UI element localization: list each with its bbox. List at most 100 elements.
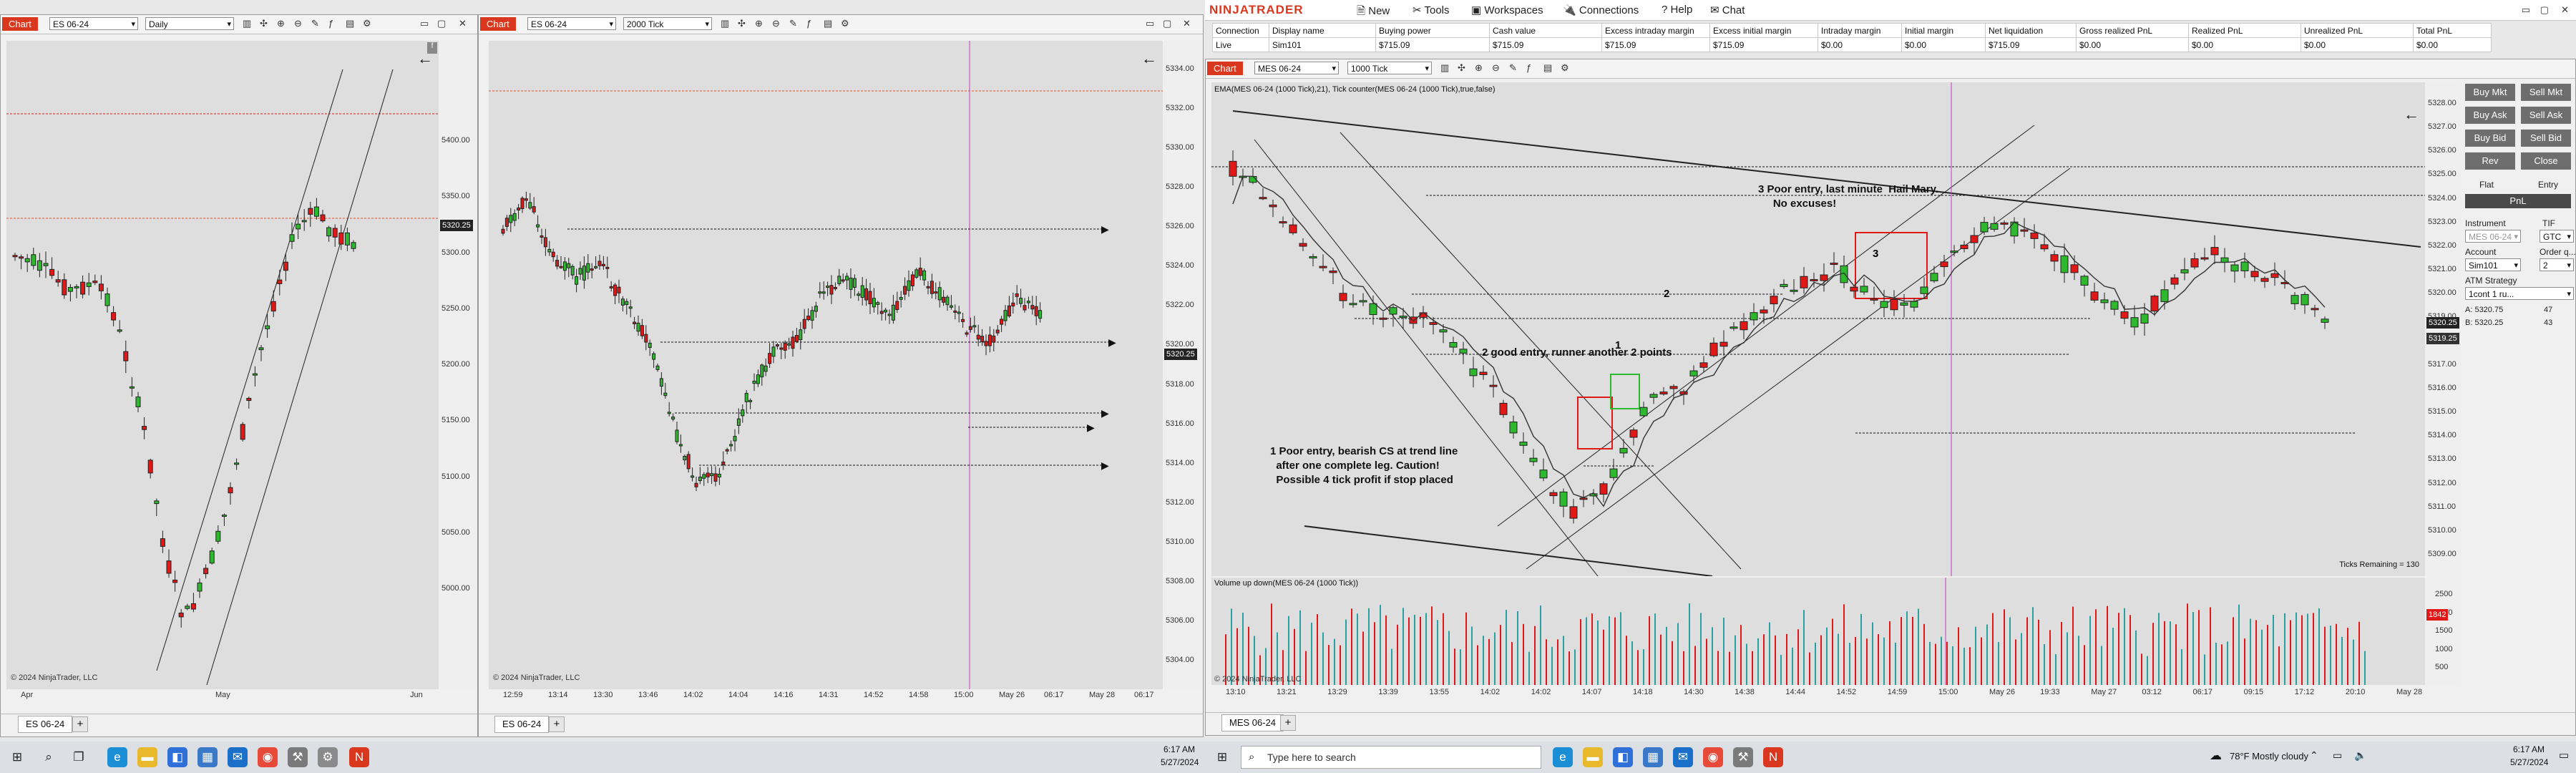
chart-tab[interactable]: MES 06-24 bbox=[1221, 714, 1284, 731]
close-position-button[interactable]: Close bbox=[2521, 152, 2571, 170]
add-tab-button[interactable]: + bbox=[1280, 715, 1296, 731]
interval-selector[interactable]: 1000 Tick bbox=[1347, 62, 1432, 75]
column-header[interactable]: Excess intraday margin bbox=[1601, 23, 1710, 38]
column-header[interactable]: Gross realized PnL bbox=[2076, 23, 2189, 38]
column-header[interactable]: Net liquidation bbox=[1985, 23, 2077, 38]
column-header[interactable]: Intraday margin bbox=[1818, 23, 1902, 38]
close-icon[interactable]: ✕ bbox=[459, 18, 467, 29]
zoom-in-icon[interactable]: ⊕ bbox=[277, 18, 285, 29]
zoom-in-icon[interactable]: ⊕ bbox=[1475, 62, 1483, 74]
windows-start-icon[interactable]: ⊞ bbox=[7, 747, 27, 767]
ninjatrader-app-icon[interactable]: N bbox=[1763, 747, 1783, 767]
window-min-icon[interactable]: ▭ bbox=[420, 18, 429, 29]
clock-date[interactable]: 5/27/2024 bbox=[1161, 757, 1199, 767]
window-max-icon[interactable]: ▢ bbox=[2540, 4, 2549, 16]
zoom-in-icon[interactable]: ⊕ bbox=[755, 18, 763, 29]
windows-start-icon[interactable]: ⊞ bbox=[1212, 747, 1232, 767]
column-header[interactable]: Cash value bbox=[1489, 23, 1602, 38]
zoom-out-icon[interactable]: ⊖ bbox=[1492, 62, 1500, 74]
window-min-icon[interactable]: ▭ bbox=[1146, 18, 1154, 29]
f-button[interactable]: f bbox=[427, 42, 437, 54]
strategies-icon[interactable]: ▤ bbox=[346, 18, 354, 29]
window-max-icon[interactable]: ▢ bbox=[437, 18, 446, 29]
chrome-icon[interactable]: ◉ bbox=[258, 747, 278, 767]
volume-icon[interactable]: 🔈 bbox=[2354, 749, 2366, 762]
column-header[interactable]: Initial margin bbox=[1901, 23, 1986, 38]
task-view-icon[interactable]: ❐ bbox=[69, 747, 89, 767]
column-header[interactable]: Total PnL bbox=[2413, 23, 2492, 38]
window-max-icon[interactable]: ▢ bbox=[1163, 18, 1171, 29]
crosshair-icon[interactable]: ✣ bbox=[738, 18, 746, 29]
weather-text[interactable]: 78°F Mostly cloudy bbox=[2230, 751, 2308, 762]
reverse-button[interactable]: Rev bbox=[2465, 152, 2515, 170]
sell-bid-button[interactable]: Sell Bid bbox=[2521, 130, 2571, 147]
buy-ask-button[interactable]: Buy Ask bbox=[2465, 107, 2515, 124]
strategies-icon[interactable]: ▤ bbox=[1543, 62, 1552, 74]
add-tab-button[interactable]: + bbox=[72, 716, 88, 732]
search-box[interactable]: ⌕ Type here to search bbox=[1241, 746, 1541, 769]
menu-tools[interactable]: ✂ Tools bbox=[1413, 4, 1450, 16]
search-icon[interactable]: ⌕ bbox=[39, 747, 59, 767]
bar-type-icon[interactable]: ▥ bbox=[1440, 62, 1449, 74]
window-min-icon[interactable]: ▭ bbox=[2522, 4, 2530, 16]
chart-tab[interactable]: ES 06-24 bbox=[18, 716, 73, 733]
bar-type-icon[interactable]: ▥ bbox=[243, 18, 251, 29]
chart-tab-label[interactable]: Chart bbox=[480, 17, 516, 31]
instrument-selector[interactable]: ES 06-24 bbox=[527, 17, 616, 31]
mail-icon[interactable]: ✉ bbox=[228, 747, 248, 767]
mail-icon[interactable]: ✉ bbox=[1673, 747, 1693, 767]
calendar-icon[interactable]: ▦ bbox=[1643, 747, 1663, 767]
close-icon[interactable]: ✕ bbox=[1183, 18, 1191, 29]
drawing-tool-icon[interactable]: ✎ bbox=[789, 18, 797, 29]
column-header[interactable]: Realized PnL bbox=[2188, 23, 2301, 38]
settings-app-icon[interactable]: ⚙ bbox=[318, 747, 338, 767]
buy-market-button[interactable]: Buy Mkt bbox=[2465, 84, 2515, 101]
table-row[interactable]: Live Sim101 $715.09 $715.09 $715.09 $715.09 $0… bbox=[1212, 37, 2492, 52]
chart-tab[interactable]: ES 06-24 bbox=[494, 716, 550, 733]
indicators-icon[interactable]: ƒ bbox=[1526, 62, 1531, 73]
instrument-selector[interactable]: MES 06-24 bbox=[1254, 62, 1339, 75]
interval-selector[interactable]: Daily bbox=[145, 17, 234, 31]
menu-new[interactable]: 🗎 New bbox=[1357, 4, 1390, 21]
store-icon[interactable]: ◧ bbox=[167, 747, 187, 767]
menu-help[interactable]: ? Help bbox=[1662, 4, 1692, 16]
bar-type-icon[interactable]: ▥ bbox=[721, 18, 729, 29]
back-arrow-icon[interactable]: ← bbox=[2404, 105, 2419, 124]
column-header[interactable]: Display name bbox=[1269, 23, 1376, 38]
tray-chevron-icon[interactable]: ⌃ bbox=[2310, 749, 2318, 762]
account-dropdown[interactable]: Sim101 bbox=[2465, 258, 2521, 272]
column-header[interactable]: Excess initial margin bbox=[1709, 23, 1818, 38]
edge-browser-icon[interactable]: e bbox=[107, 747, 127, 767]
edge-browser-icon[interactable]: e bbox=[1553, 747, 1573, 767]
chart-tab-label[interactable]: Chart bbox=[2, 17, 38, 31]
chart-tab-label[interactable]: Chart bbox=[1207, 62, 1243, 75]
ninjatrader-app-icon[interactable]: N bbox=[349, 747, 369, 767]
zoom-out-icon[interactable]: ⊖ bbox=[294, 18, 302, 29]
tools-app-icon[interactable]: ⚒ bbox=[288, 747, 308, 767]
file-explorer-icon[interactable]: ▬ bbox=[1583, 747, 1603, 767]
instrument-dropdown[interactable]: MES 06-24 bbox=[2465, 230, 2521, 243]
interval-selector[interactable]: 2000 Tick bbox=[623, 17, 712, 31]
file-explorer-icon[interactable]: ▬ bbox=[137, 747, 157, 767]
drawing-tool-icon[interactable]: ✎ bbox=[1509, 62, 1517, 74]
tif-dropdown[interactable]: GTC bbox=[2540, 230, 2574, 243]
tools-app-icon[interactable]: ⚒ bbox=[1733, 747, 1753, 767]
indicators-icon[interactable]: ƒ bbox=[328, 18, 333, 29]
chrome-icon[interactable]: ◉ bbox=[1703, 747, 1723, 767]
chart-trader-icon[interactable]: ⚙ bbox=[363, 18, 371, 29]
crosshair-icon[interactable]: ✣ bbox=[260, 18, 268, 29]
chart-trader-icon[interactable]: ⚙ bbox=[1561, 62, 1569, 74]
notifications-icon[interactable]: ▭ bbox=[2559, 749, 2569, 762]
menu-chat[interactable]: ✉ Chat bbox=[1710, 4, 1745, 16]
clock-date[interactable]: 5/27/2024 bbox=[2510, 757, 2548, 767]
column-header[interactable]: Buying power bbox=[1375, 23, 1490, 38]
clock-time[interactable]: 6:17 AM bbox=[1163, 744, 1195, 754]
strategies-icon[interactable]: ▤ bbox=[824, 18, 832, 29]
clock-time[interactable]: 6:17 AM bbox=[2513, 744, 2545, 754]
calendar-icon[interactable]: ▦ bbox=[197, 747, 218, 767]
back-arrow-icon[interactable]: ← bbox=[1141, 49, 1157, 68]
buy-bid-button[interactable]: Buy Bid bbox=[2465, 130, 2515, 147]
menu-connections[interactable]: 🔌 Connections bbox=[1563, 4, 1639, 16]
indicators-icon[interactable]: ƒ bbox=[806, 18, 811, 29]
weather-icon[interactable]: ☁ bbox=[2210, 749, 2222, 763]
